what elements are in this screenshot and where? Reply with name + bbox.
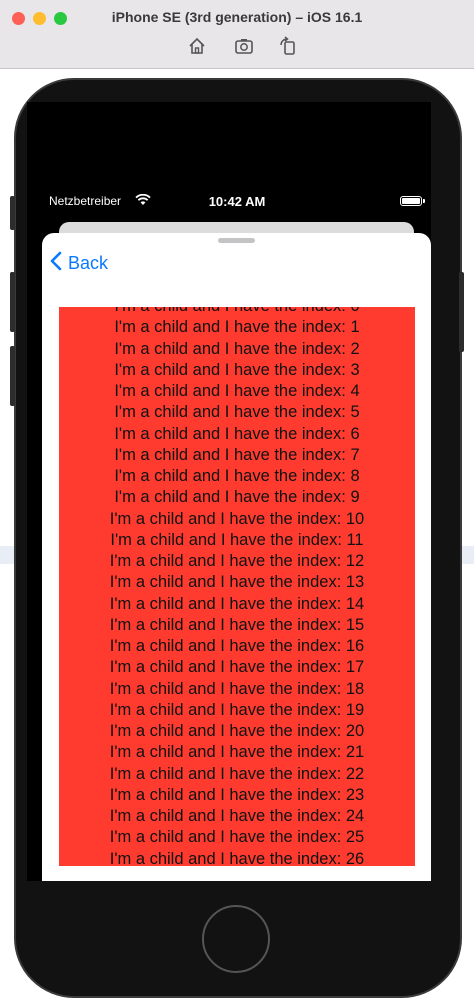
home-button[interactable] [202, 905, 270, 973]
back-button-label: Back [68, 252, 109, 273]
list-item: I'm a child and I have the index: 22 [109, 764, 365, 783]
list-item: I'm a child and I have the index: 8 [114, 467, 360, 485]
volume-down-button [10, 346, 15, 406]
list-item: I'm a child and I have the index: 1 [114, 318, 360, 337]
chevron-left-icon [50, 251, 68, 276]
list-item: I'm a child and I have the index: 13 [109, 573, 365, 592]
list-item: I'm a child and I have the index: 20 [109, 722, 365, 740]
list-item: I'm a child and I have the index: 16 [109, 637, 365, 655]
simulator-title-bar: iPhone SE (3rd generation) – iOS 16.1 [0, 0, 474, 69]
list-item: I'm a child and I have the index: 17 [109, 658, 365, 677]
sheet-grabber[interactable] [218, 238, 255, 243]
volume-up-button [10, 272, 15, 332]
list-item: I'm a child and I have the index: 23 [109, 785, 365, 804]
list-item: I'm a child and I have the index: 15 [109, 615, 365, 634]
screenshot-icon[interactable] [233, 35, 255, 57]
list-item: I'm a child and I have the index: 24 [109, 807, 365, 825]
list-item: I'm a child and I have the index: 25 [109, 828, 365, 847]
list-item: I'm a child and I have the index: 14 [109, 594, 365, 613]
list-item: I'm a child and I have the index: 4 [114, 382, 360, 400]
list-item: I'm a child and I have the index: 9 [114, 488, 360, 507]
list-item: I'm a child and I have the index: 19 [109, 700, 365, 719]
list-item: I'm a child and I have the index: 11 [110, 530, 364, 549]
list-item: I'm a child and I have the index: 21 [109, 743, 365, 762]
battery-icon [400, 196, 425, 206]
list-item: I'm a child and I have the index: 6 [114, 424, 360, 443]
window-title: iPhone SE (3rd generation) – iOS 16.1 [111, 9, 363, 25]
list-item: I'm a child and I have the index: 12 [109, 552, 365, 570]
modal-sheet: Back I'm a child and I have the index: 0… [42, 233, 431, 881]
list-item: I'm a child and I have the index: 18 [109, 679, 365, 698]
child-list: I'm a child and I have the index: 0I'm a… [59, 307, 415, 866]
child-list-container[interactable]: I'm a child and I have the index: 0I'm a… [59, 307, 415, 866]
list-item: I'm a child and I have the index: 3 [114, 360, 360, 379]
power-button [459, 272, 464, 352]
list-item: I'm a child and I have the index: 26 [109, 849, 365, 867]
list-item: I'm a child and I have the index: 10 [109, 509, 365, 528]
list-item: I'm a child and I have the index: 5 [114, 403, 360, 422]
back-button[interactable]: Back [50, 249, 108, 277]
rotate-icon[interactable] [277, 35, 299, 57]
list-item: I'm a child and I have the index: 0 [59, 307, 415, 317]
list-item: I'm a child and I have the index: 2 [114, 339, 360, 358]
list-item: I'm a child and I have the index: 7 [114, 445, 360, 464]
home-icon[interactable] [186, 35, 208, 57]
